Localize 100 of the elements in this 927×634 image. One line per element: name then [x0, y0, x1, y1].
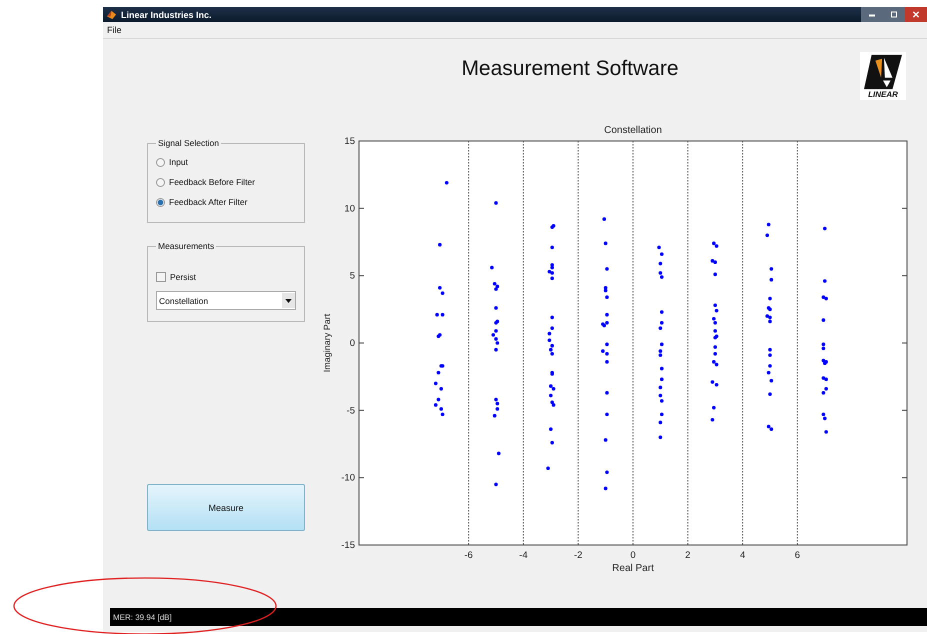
caret-icon — [285, 298, 292, 302]
close-button[interactable] — [905, 7, 927, 22]
data-point — [766, 370, 770, 374]
data-point — [604, 242, 608, 246]
panel-title: Signal Selection — [157, 138, 220, 148]
y-tick-label: -10 — [341, 472, 355, 484]
data-point — [658, 386, 662, 390]
radio-button[interactable] — [156, 178, 165, 186]
close-icon — [911, 11, 921, 18]
data-point — [440, 312, 444, 317]
x-tick-label: -6 — [464, 550, 473, 561]
data-point — [605, 295, 609, 300]
data-point — [660, 342, 664, 346]
data-point — [550, 326, 554, 330]
panel-title: Measurements — [157, 241, 216, 251]
chart-title: Constellation — [604, 125, 662, 136]
data-point — [436, 370, 440, 374]
data-point — [605, 312, 609, 317]
maximize-icon — [889, 11, 899, 18]
data-point — [768, 364, 772, 368]
window-title: Linear Industries Inc. — [121, 10, 212, 20]
data-point — [710, 418, 714, 422]
data-point — [492, 414, 496, 418]
data-point — [658, 435, 662, 440]
menu-item[interactable]: File — [107, 25, 122, 35]
data-point — [550, 440, 554, 444]
data-point — [605, 470, 609, 474]
data-point — [770, 378, 774, 382]
data-point — [768, 392, 772, 396]
data-point — [436, 398, 440, 402]
data-point — [494, 306, 498, 310]
minimize-button[interactable] — [861, 7, 883, 22]
data-point — [604, 438, 608, 442]
data-point — [496, 452, 501, 456]
data-point — [824, 430, 828, 434]
data-point — [494, 482, 498, 486]
radio-label: Input — [169, 157, 188, 167]
x-tick-label: -2 — [574, 550, 582, 561]
data-point — [765, 233, 770, 238]
y-axis-label: Imaginary Part — [322, 314, 332, 372]
data-point — [444, 180, 448, 185]
measurement-dropdown[interactable]: Constellation — [156, 291, 296, 310]
data-point — [712, 406, 716, 410]
x-tick-label: 0 — [630, 550, 636, 561]
data-point — [823, 226, 827, 230]
x-tick-label: 4 — [740, 550, 746, 561]
data-point — [605, 267, 609, 271]
data-point — [604, 486, 608, 490]
data-point — [494, 201, 498, 205]
x-tick-label: 6 — [794, 550, 800, 561]
data-point — [658, 262, 662, 266]
data-point — [660, 399, 664, 403]
y-tick-label: -15 — [341, 540, 355, 551]
data-point — [713, 345, 717, 349]
radio-button[interactable] — [156, 158, 165, 166]
data-point — [713, 352, 717, 356]
data-point — [770, 278, 774, 282]
data-point — [605, 391, 609, 395]
data-point — [438, 242, 442, 246]
data-point — [770, 267, 774, 271]
data-point — [660, 310, 664, 314]
x-tick-label: -4 — [519, 550, 528, 561]
y-tick-label: 5 — [350, 270, 355, 282]
x-tick-label: 2 — [685, 550, 690, 561]
data-point — [549, 427, 553, 431]
checkbox-label: Persist — [170, 272, 196, 282]
y-tick-label: 0 — [350, 338, 355, 349]
status-text: MER: 39.94 [dB] — [113, 612, 172, 622]
logo-text: LINEAR — [868, 90, 898, 99]
radio-label: Feedback After Filter — [169, 197, 248, 207]
data-point — [602, 217, 606, 221]
data-point — [658, 420, 662, 424]
radio-button[interactable] — [156, 198, 165, 206]
maximize-button[interactable] — [883, 7, 905, 22]
data-point — [660, 252, 664, 256]
data-point — [550, 276, 554, 280]
data-point — [657, 246, 661, 250]
data-point — [822, 318, 826, 322]
data-point — [548, 332, 552, 336]
data-point — [490, 266, 494, 270]
data-point — [496, 407, 500, 411]
data-point — [713, 272, 717, 276]
checkbox[interactable] — [156, 272, 166, 282]
y-tick-label: 15 — [344, 136, 355, 147]
data-point — [494, 348, 498, 352]
data-point — [440, 412, 444, 416]
data-point — [768, 296, 772, 300]
radio-label: Feedback Before Filter — [169, 177, 255, 187]
data-point — [658, 394, 662, 398]
data-point — [605, 412, 609, 416]
measure-button[interactable]: Measure — [147, 484, 305, 531]
data-point — [660, 378, 664, 382]
y-tick-label: -5 — [346, 405, 355, 416]
data-point — [435, 312, 439, 317]
y-tick-label: 10 — [344, 203, 355, 214]
data-point — [605, 360, 609, 364]
x-axis-label: Real Part — [612, 563, 654, 574]
data-point — [549, 394, 553, 398]
data-point — [546, 466, 550, 470]
data-point — [660, 366, 664, 370]
